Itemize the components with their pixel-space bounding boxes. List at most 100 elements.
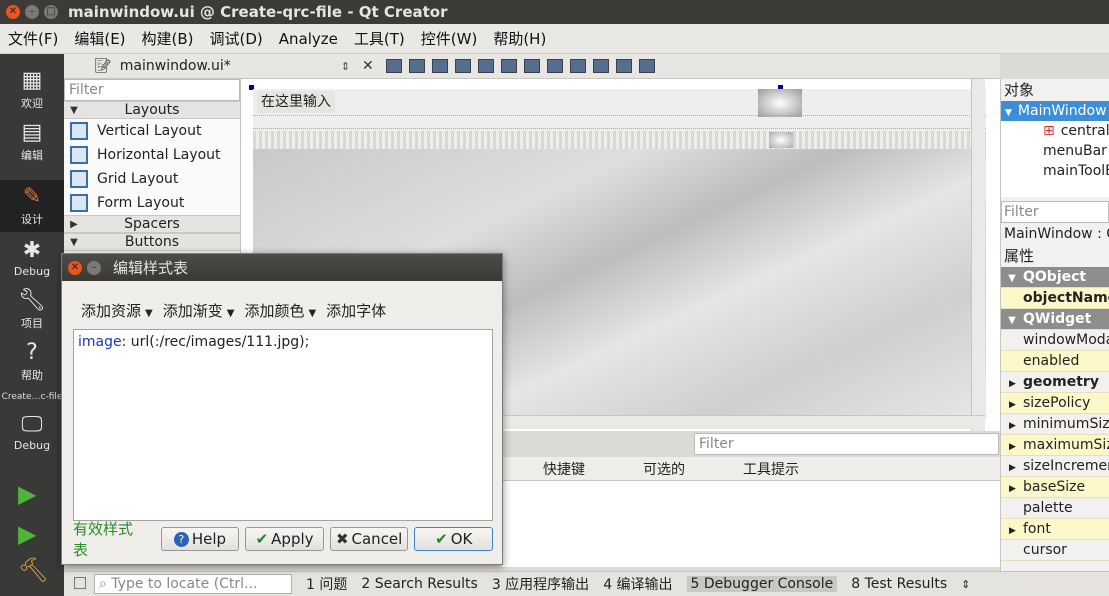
mode-projects[interactable]: 🔧︎ 项目 — [0, 284, 64, 336]
pane-debugger-console[interactable]: 5 Debugger Console — [686, 576, 838, 592]
menu-edit[interactable]: 编辑(E) — [66, 28, 133, 49]
minimize-icon[interactable]: – — [25, 5, 39, 19]
property-row[interactable]: cursor — [1001, 540, 1109, 561]
widget-grid-layout[interactable]: Grid Layout — [64, 167, 240, 191]
adjust-size-icon[interactable] — [638, 59, 655, 73]
object-row[interactable]: mainToolBar — [1001, 161, 1109, 181]
add-resource-menu[interactable]: 添加资源 ▼ — [81, 300, 153, 321]
document-selector[interactable]: 📝︎ mainwindow.ui* — [94, 58, 231, 74]
updown-arrows-icon[interactable]: ⇕ — [961, 578, 970, 591]
maximize-icon[interactable]: □ — [44, 5, 58, 19]
mode-debug-label: Debug — [13, 264, 51, 278]
category-spacers[interactable]: ▶ Spacers — [64, 215, 240, 233]
document-icon: ▤ — [21, 120, 43, 145]
property-row[interactable]: enabled — [1001, 351, 1109, 372]
widget-form-layout[interactable]: Form Layout — [64, 191, 240, 215]
mode-help[interactable]: ? 帮助 — [0, 336, 64, 388]
stylesheet-editor[interactable]: image: url(:/rec/images/111.jpg); — [73, 329, 493, 521]
collapse-icon: ▼ — [1008, 273, 1016, 284]
break-layout-icon[interactable] — [615, 59, 632, 73]
toggle-sidebar-icon[interactable] — [74, 577, 86, 589]
debug-run-icon[interactable]: ▶ — [18, 520, 36, 548]
close-document-icon[interactable]: ✕ — [362, 58, 374, 74]
add-color-menu[interactable]: 添加颜色 ▼ — [244, 300, 316, 321]
property-row[interactable]: ▶ geometry — [1001, 372, 1109, 393]
toolbar-strip — [253, 131, 986, 149]
property-row[interactable]: ▼ QObject — [1001, 267, 1109, 288]
property-row[interactable]: ▶ font — [1001, 519, 1109, 540]
cancel-button[interactable]: ✖ Cancel — [329, 527, 409, 551]
action-table-body[interactable] — [502, 481, 1000, 567]
edit-widgets-icon[interactable] — [385, 59, 402, 73]
property-filter-input[interactable]: Filter — [1001, 201, 1109, 223]
column-tooltip[interactable]: 工具提示 — [743, 459, 799, 479]
column-checkable[interactable]: 可选的 — [643, 459, 685, 479]
column-shortcut[interactable]: 快捷键 — [543, 459, 585, 479]
pane-compile-output[interactable]: 4 编译输出 — [603, 574, 672, 594]
property-row[interactable]: ▼ QWidget — [1001, 309, 1109, 330]
property-row[interactable]: palette — [1001, 498, 1109, 519]
layout-vertical-icon[interactable] — [500, 59, 517, 73]
mode-welcome[interactable]: ▦ 欢迎 — [0, 64, 64, 116]
mode-debug[interactable]: ✱ Debug — [0, 232, 64, 284]
layout-grid-icon[interactable] — [569, 59, 586, 73]
pane-issues[interactable]: 1 问题 — [306, 574, 347, 594]
layout-form-icon[interactable] — [592, 59, 609, 73]
help-icon: ? — [26, 340, 38, 365]
toolbar-area[interactable] — [253, 115, 986, 129]
kit-selector[interactable]: 🖵︎ Debug — [0, 406, 64, 458]
object-row[interactable]: ▼ MainWindow — [1001, 101, 1109, 121]
locator-input[interactable]: ⌕ Type to locate (Ctrl... — [94, 574, 292, 594]
collapse-icon: ▼ — [70, 236, 78, 248]
widget-vertical-layout[interactable]: Vertical Layout — [64, 119, 240, 143]
dialog-close-icon[interactable]: ✕ — [68, 260, 82, 275]
edit-buddies-icon[interactable] — [431, 59, 448, 73]
add-font-button[interactable]: 添加字体 — [326, 300, 386, 321]
layout-v-splitter-icon[interactable] — [546, 59, 563, 73]
css-value: : url(:/rec/images/111.jpg); — [121, 334, 310, 350]
help-button[interactable]: ? Help — [160, 527, 240, 551]
object-row[interactable]: ⊞ centralWidget — [1001, 121, 1109, 141]
pane-test-results[interactable]: 8 Test Results — [851, 576, 947, 592]
object-tree[interactable]: ▼ MainWindow ⊞ centralWidget menuBar mainT… — [1001, 101, 1109, 197]
menu-controls[interactable]: 控件(W) — [413, 28, 486, 49]
pane-search-results[interactable]: 2 Search Results — [361, 576, 477, 592]
category-buttons[interactable]: ▼ Buttons — [64, 233, 240, 251]
layout-h-splitter-icon[interactable] — [523, 59, 540, 73]
category-layouts[interactable]: ▼ Layouts — [64, 101, 240, 119]
layout-horizontal-icon[interactable] — [477, 59, 494, 73]
build-hammer-icon[interactable]: 🔨︎ — [18, 556, 48, 584]
mode-edit[interactable]: ▤ 编辑 — [0, 116, 64, 168]
property-row[interactable]: ▶ sizePolicy — [1001, 393, 1109, 414]
updown-arrows-icon[interactable]: ⇕ — [341, 60, 350, 73]
property-row[interactable]: ▶sizeIncrement — [1001, 456, 1109, 477]
menu-help[interactable]: 帮助(H) — [485, 28, 554, 49]
property-row[interactable]: windowModality — [1001, 330, 1109, 351]
mode-design[interactable]: ✎ 设计 — [0, 180, 64, 232]
close-icon[interactable]: ✕ — [6, 5, 20, 19]
menu-file[interactable]: 文件(F) — [0, 28, 66, 49]
property-row[interactable]: ▶maximumSize — [1001, 435, 1109, 456]
add-gradient-menu[interactable]: 添加渐变 ▼ — [163, 300, 235, 321]
menu-debug[interactable]: 调试(D) — [202, 28, 271, 49]
run-icon[interactable]: ▶ — [18, 480, 36, 508]
property-row[interactable]: ▶ minimumSize — [1001, 414, 1109, 435]
dialog-minimize-icon[interactable]: – — [87, 260, 101, 275]
apply-button[interactable]: ✔ Apply — [245, 527, 324, 551]
ok-button[interactable]: ✔ OK — [414, 527, 494, 551]
action-filter-input[interactable]: Filter — [694, 433, 999, 455]
canvas-vertical-scrollbar[interactable] — [971, 79, 985, 431]
property-row[interactable]: ▶ baseSize — [1001, 477, 1109, 498]
widget-filter-input[interactable]: Filter — [64, 79, 240, 101]
edit-signals-icon[interactable] — [408, 59, 425, 73]
pane-app-output[interactable]: 3 应用程序输出 — [492, 574, 589, 594]
widget-horizontal-layout[interactable]: Horizontal Layout — [64, 143, 240, 167]
edit-taborder-icon[interactable] — [454, 59, 471, 73]
object-row[interactable]: menuBar — [1001, 141, 1109, 161]
grid-icon: ▦ — [21, 68, 43, 93]
menu-build[interactable]: 构建(B) — [134, 28, 202, 49]
menu-tools[interactable]: 工具(T) — [346, 28, 413, 49]
menu-type-here[interactable]: 在这里输入 — [257, 91, 335, 113]
menu-analyze[interactable]: Analyze — [271, 30, 346, 48]
property-row[interactable]: objectName — [1001, 288, 1109, 309]
